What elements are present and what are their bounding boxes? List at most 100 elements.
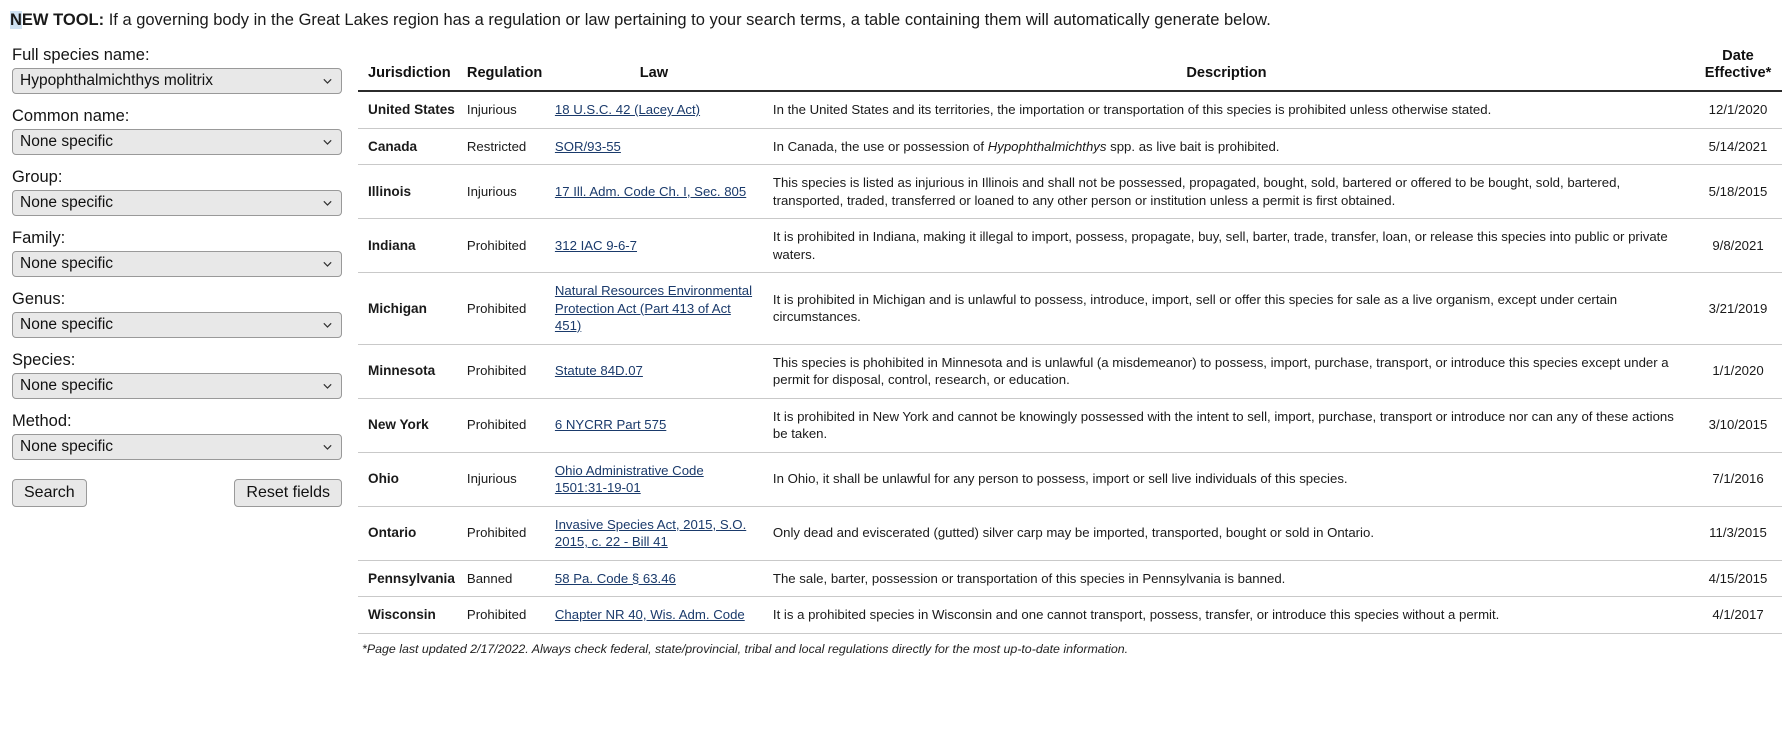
chevron-down-icon [322, 137, 333, 148]
column-header-jurisdiction: Jurisdiction [358, 44, 461, 91]
cell-law: Chapter NR 40, Wis. Adm. Code [549, 597, 759, 634]
label-full-species-name: Full species name: [12, 44, 358, 66]
field-common-name: Common name: None specific [12, 105, 358, 155]
regulations-table: Jurisdiction Regulation Law Description … [358, 44, 1782, 634]
cell-description: In the United States and its territories… [759, 91, 1694, 128]
law-link[interactable]: Statute 84D.07 [555, 363, 643, 378]
table-header: Jurisdiction Regulation Law Description … [358, 44, 1782, 91]
cell-jurisdiction: Illinois [358, 165, 461, 219]
cell-law: Invasive Species Act, 2015, S.O. 2015, c… [549, 506, 759, 560]
select-value-method: None specific [20, 438, 113, 456]
label-species: Species: [12, 349, 358, 371]
table-row: IllinoisInjurious17 Ill. Adm. Code Ch. I… [358, 165, 1782, 219]
table-row: New YorkProhibited6 NYCRR Part 575It is … [358, 398, 1782, 452]
cell-regulation: Prohibited [461, 597, 549, 634]
column-header-law: Law [549, 44, 759, 91]
form-button-row: Search Reset fields [12, 479, 342, 507]
law-link[interactable]: 312 IAC 9-6-7 [555, 238, 637, 253]
law-link[interactable]: 58 Pa. Code § 63.46 [555, 571, 676, 586]
cell-regulation: Banned [461, 560, 549, 597]
select-group[interactable]: None specific [12, 190, 342, 216]
law-link[interactable]: Invasive Species Act, 2015, S.O. 2015, c… [555, 517, 746, 550]
table-row: OhioInjuriousOhio Administrative Code 15… [358, 452, 1782, 506]
field-full-species-name: Full species name: Hypophthalmichthys mo… [12, 44, 358, 94]
cell-regulation: Prohibited [461, 506, 549, 560]
select-value-group: None specific [20, 194, 113, 212]
table-row: MichiganProhibitedNatural Resources Envi… [358, 273, 1782, 345]
cell-description: The sale, barter, possession or transpor… [759, 560, 1694, 597]
law-link[interactable]: 17 Ill. Adm. Code Ch. I, Sec. 805 [555, 184, 746, 199]
table-row: PennsylvaniaBanned 58 Pa. Code § 63.46 The… [358, 560, 1782, 597]
table-header-row: Jurisdiction Regulation Law Description … [358, 44, 1782, 91]
select-value-family: None specific [20, 255, 113, 273]
cell-jurisdiction: Pennsylvania [358, 560, 461, 597]
select-method[interactable]: None specific [12, 434, 342, 460]
cell-regulation: Prohibited [461, 273, 549, 345]
cell-jurisdiction: Minnesota [358, 344, 461, 398]
label-genus: Genus: [12, 288, 358, 310]
reset-fields-button[interactable]: Reset fields [234, 479, 342, 507]
selected-letter: N [10, 11, 22, 29]
cell-date-effective: 5/14/2021 [1694, 128, 1782, 165]
select-species[interactable]: None specific [12, 373, 342, 399]
select-common-name[interactable]: None specific [12, 129, 342, 155]
search-form-sidebar: Full species name: Hypophthalmichthys mo… [0, 44, 358, 507]
table-row: WisconsinProhibited Chapter NR 40, Wis. A… [358, 597, 1782, 634]
cell-regulation: Prohibited [461, 398, 549, 452]
cell-description: This species is listed as injurious in I… [759, 165, 1694, 219]
cell-law: 58 Pa. Code § 63.46 [549, 560, 759, 597]
column-header-date-effective: Date Effective* [1694, 44, 1782, 91]
cell-regulation: Injurious [461, 452, 549, 506]
cell-law: 17 Ill. Adm. Code Ch. I, Sec. 805 [549, 165, 759, 219]
banner-bold-label: EW TOOL: [22, 11, 104, 29]
column-header-regulation: Regulation [461, 44, 549, 91]
law-link[interactable]: 6 NYCRR Part 575 [555, 417, 666, 432]
law-link[interactable]: 18 U.S.C. 42 (Lacey Act) [555, 102, 700, 117]
cell-date-effective: 3/10/2015 [1694, 398, 1782, 452]
select-value-genus: None specific [20, 316, 113, 334]
cell-date-effective: 3/21/2019 [1694, 273, 1782, 345]
cell-description: Only dead and eviscerated (gutted) silve… [759, 506, 1694, 560]
law-link[interactable]: Ohio Administrative Code 1501:31-19-01 [555, 463, 704, 496]
select-family[interactable]: None specific [12, 251, 342, 277]
select-value-species: None specific [20, 377, 113, 395]
cell-jurisdiction: Wisconsin [358, 597, 461, 634]
cell-regulation: Injurious [461, 91, 549, 128]
cell-regulation: Prohibited [461, 219, 549, 273]
cell-date-effective: 5/18/2015 [1694, 165, 1782, 219]
law-link[interactable]: SOR/93-55 [555, 139, 621, 154]
cell-law: Ohio Administrative Code 1501:31-19-01 [549, 452, 759, 506]
cell-law: 18 U.S.C. 42 (Lacey Act) [549, 91, 759, 128]
table-body: United StatesInjurious18 U.S.C. 42 (Lace… [358, 91, 1782, 633]
cell-law: Statute 84D.07 [549, 344, 759, 398]
law-link[interactable]: Chapter NR 40, Wis. Adm. Code [555, 607, 745, 622]
cell-date-effective: 4/1/2017 [1694, 597, 1782, 634]
select-value-full-species-name: Hypophthalmichthys molitrix [20, 72, 213, 90]
field-group: Group: None specific [12, 166, 358, 216]
search-button[interactable]: Search [12, 479, 87, 507]
cell-law: 312 IAC 9-6-7 [549, 219, 759, 273]
cell-date-effective: 1/1/2020 [1694, 344, 1782, 398]
law-link[interactable]: Natural Resources Environmental Protecti… [555, 283, 752, 333]
chevron-down-icon [322, 198, 333, 209]
field-family: Family: None specific [12, 227, 358, 277]
cell-description: It is prohibited in New York and cannot … [759, 398, 1694, 452]
select-full-species-name[interactable]: Hypophthalmichthys molitrix [12, 68, 342, 94]
date-header-line1: Date [1722, 48, 1754, 64]
cell-description: This species is phohibited in Minnesota … [759, 344, 1694, 398]
label-common-name: Common name: [12, 105, 358, 127]
cell-jurisdiction: Canada [358, 128, 461, 165]
cell-law: Natural Resources Environmental Protecti… [549, 273, 759, 345]
cell-date-effective: 12/1/2020 [1694, 91, 1782, 128]
select-value-common-name: None specific [20, 133, 113, 151]
column-header-description: Description [759, 44, 1694, 91]
cell-law: SOR/93-55 [549, 128, 759, 165]
cell-description: In Ohio, it shall be unlawful for any pe… [759, 452, 1694, 506]
date-header-line2: Effective* [1705, 65, 1772, 81]
chevron-down-icon [322, 442, 333, 453]
new-tool-banner: NEW TOOL: If a governing body in the Gre… [0, 0, 1790, 30]
label-family: Family: [12, 227, 358, 249]
select-genus[interactable]: None specific [12, 312, 342, 338]
cell-description: In Canada, the use or possession of Hypo… [759, 128, 1694, 165]
cell-description: It is prohibited in Indiana, making it i… [759, 219, 1694, 273]
